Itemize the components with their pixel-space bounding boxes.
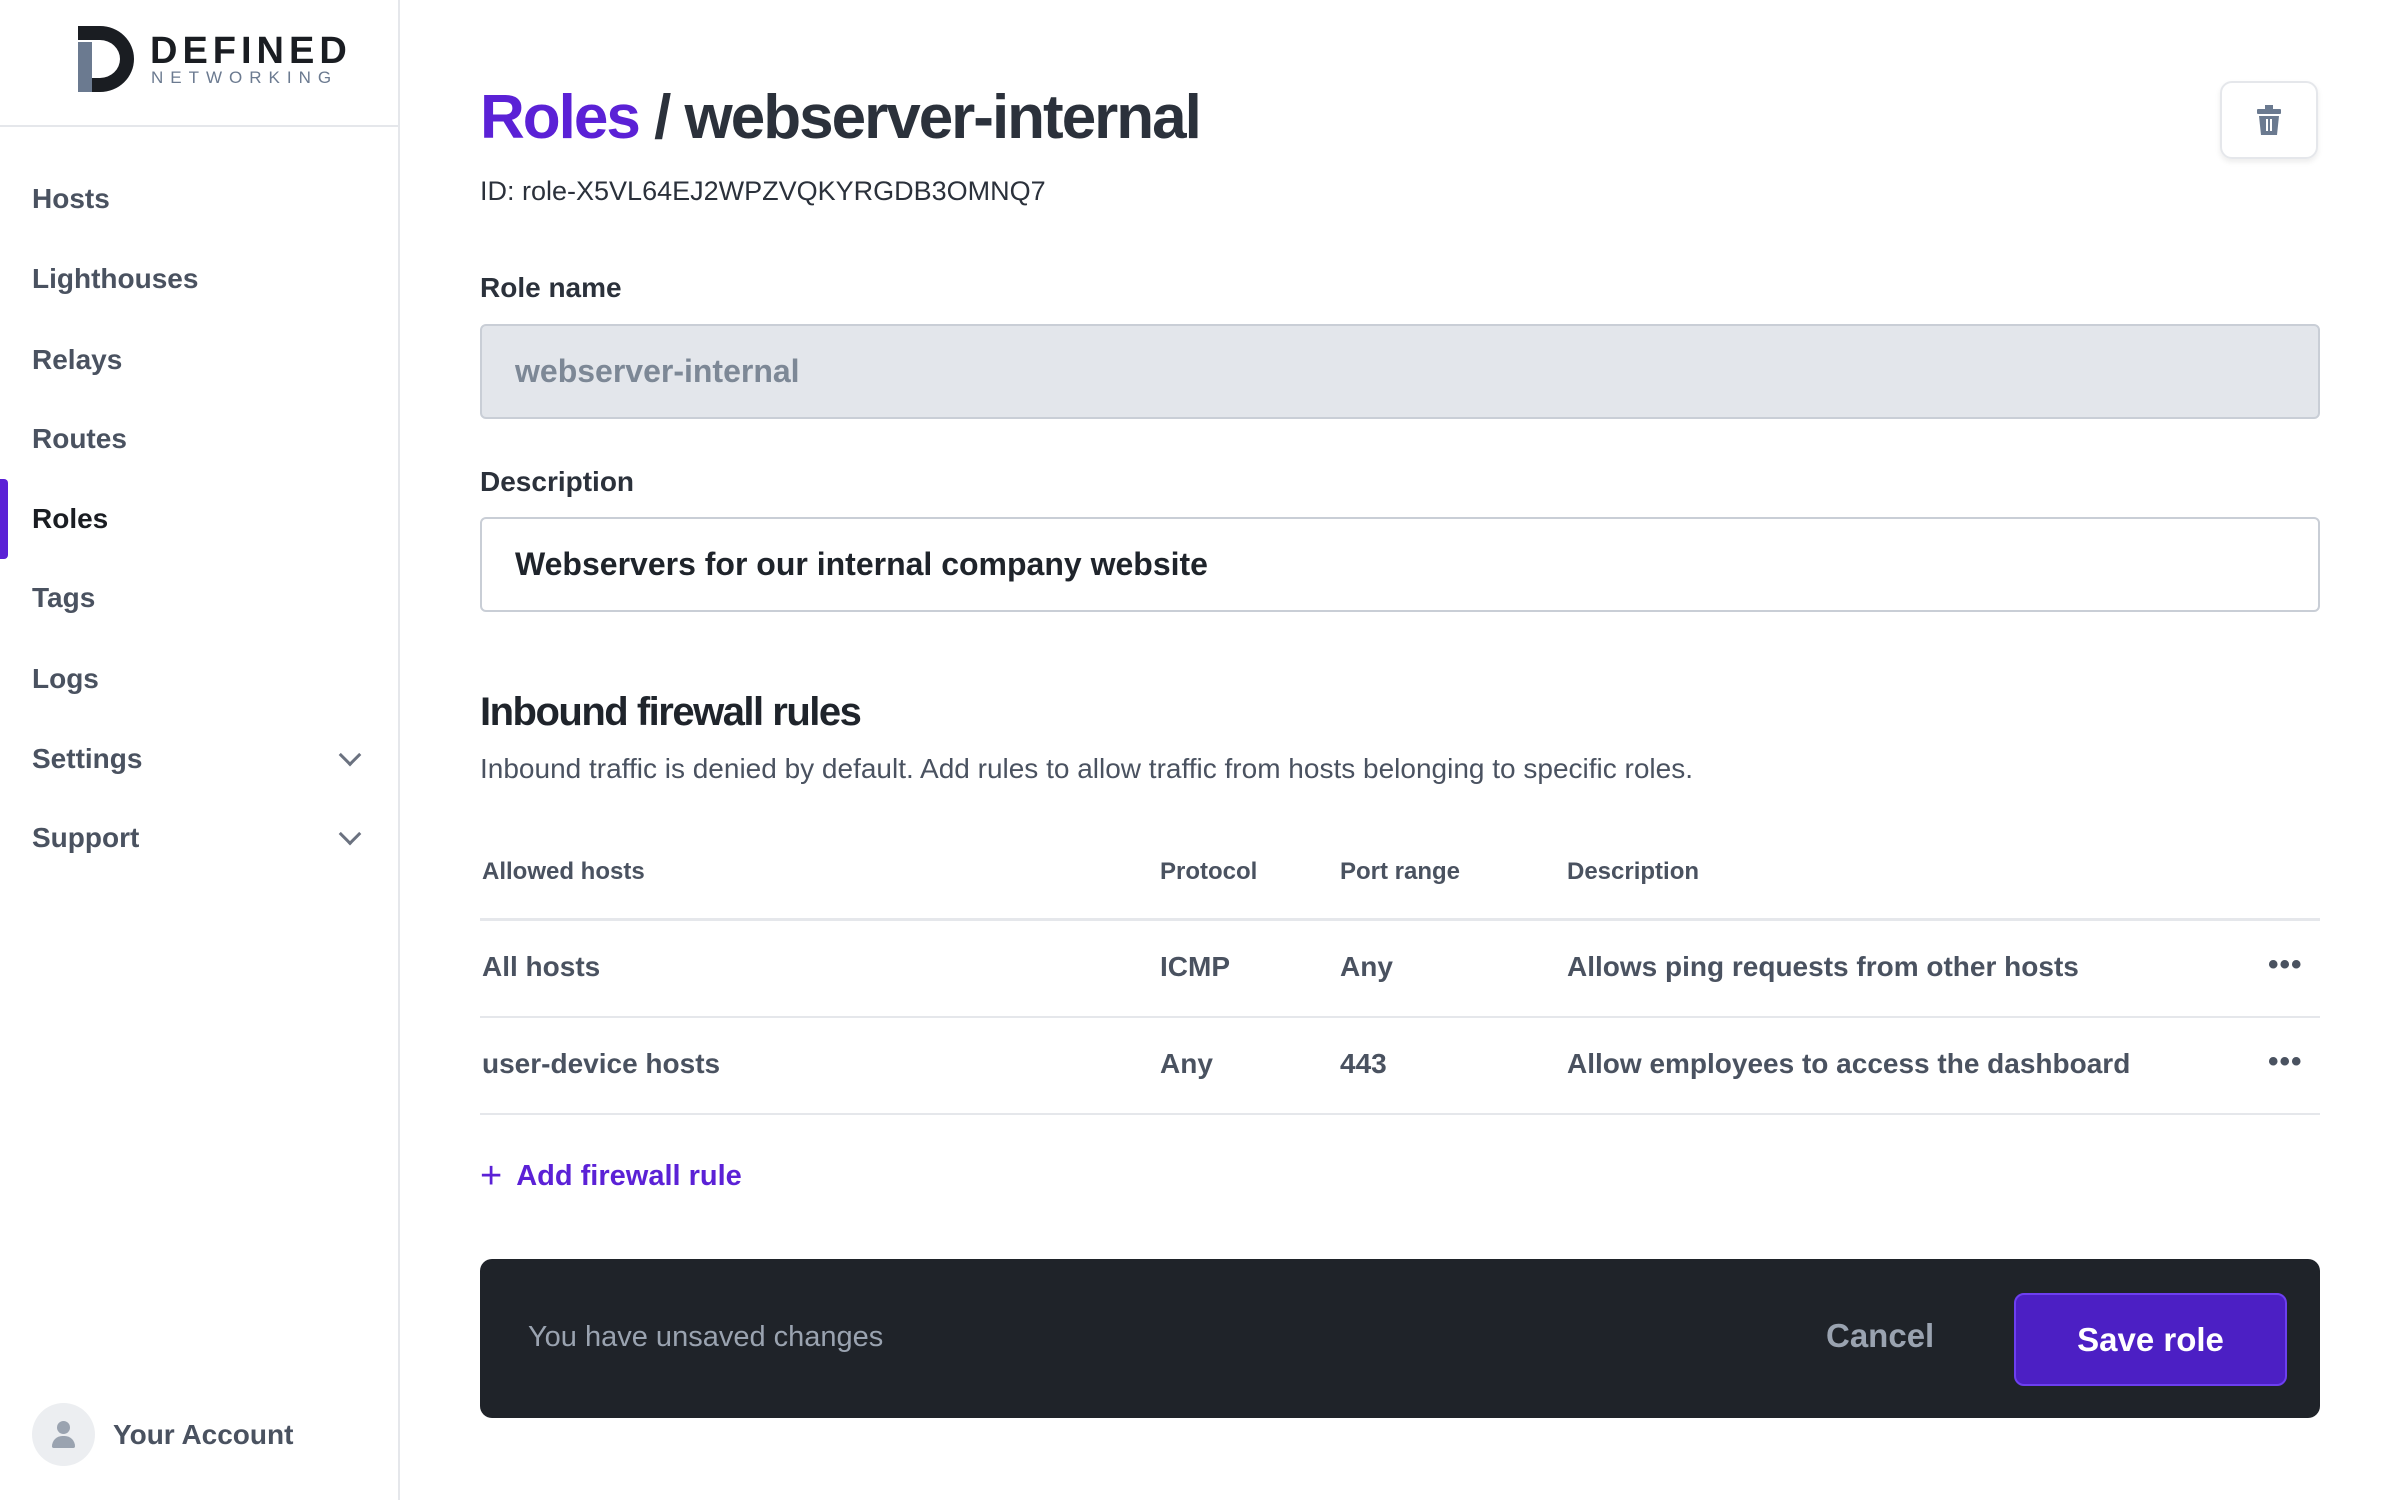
breadcrumb-separator: / <box>654 83 671 152</box>
cell-allowed-hosts: All hosts <box>482 951 601 982</box>
column-description: Description <box>1567 858 1700 885</box>
role-name-value: webserver-internal <box>515 353 800 389</box>
firewall-heading: Inbound firewall rules <box>480 690 862 734</box>
more-options-icon[interactable]: ••• <box>2268 1045 2303 1079</box>
description-label: Description <box>480 466 635 497</box>
sidebar-item-relays[interactable]: Relays <box>0 320 398 400</box>
sidebar-item-label: Logs <box>32 663 99 694</box>
divider <box>480 1113 2320 1115</box>
sidebar-item-label: Support <box>32 822 140 853</box>
sidebar-item-routes[interactable]: Routes <box>0 399 398 479</box>
sidebar-item-roles[interactable]: Roles <box>0 479 398 559</box>
chevron-down-icon <box>338 743 362 767</box>
trash-icon <box>2257 105 2281 135</box>
role-name-input: webserver-internal <box>480 324 2320 419</box>
cell-allowed-hosts: user-device hosts <box>482 1048 721 1079</box>
account-menu[interactable]: Your Account <box>32 1403 293 1466</box>
defined-logo-icon <box>78 26 134 92</box>
brand-subname: NETWORKING <box>151 68 339 87</box>
sidebar-item-label: Relays <box>32 344 123 375</box>
sidebar-item-logs[interactable]: Logs <box>0 639 398 719</box>
plus-icon: + <box>480 1155 503 1197</box>
save-role-button[interactable]: Save role <box>2014 1293 2287 1386</box>
sidebar-item-label: Tags <box>32 582 96 613</box>
column-protocol: Protocol <box>1160 858 1258 885</box>
role-name-label: Role name <box>480 272 622 303</box>
sidebar-item-label: Lighthouses <box>32 263 199 294</box>
delete-role-button[interactable] <box>2220 81 2318 159</box>
cell-protocol: ICMP <box>1160 951 1230 982</box>
add-firewall-rule-label: Add firewall rule <box>516 1159 742 1192</box>
cell-port-range: 443 <box>1340 1048 1387 1079</box>
unsaved-message: You have unsaved changes <box>528 1321 884 1353</box>
sidebar-item-tags[interactable]: Tags <box>0 558 398 638</box>
page-title: Roles / webserver-internal <box>480 82 1202 153</box>
sidebar: DEFINED NETWORKING Hosts Lighthouses Rel… <box>0 0 400 1500</box>
sidebar-item-hosts[interactable]: Hosts <box>0 159 398 239</box>
add-firewall-rule-button[interactable]: + Add firewall rule <box>480 1157 742 1195</box>
sidebar-item-label: Routes <box>32 423 127 454</box>
sidebar-item-support[interactable]: Support <box>0 798 398 878</box>
sidebar-item-label: Settings <box>32 743 143 774</box>
cell-protocol: Any <box>1160 1048 1213 1079</box>
role-title: webserver-internal <box>684 83 1202 152</box>
description-input[interactable]: Webservers for our internal company webs… <box>480 517 2320 612</box>
cell-port-range: Any <box>1340 951 1393 982</box>
unsaved-changes-bar: You have unsaved changes Cancel Save rol… <box>480 1259 2320 1418</box>
user-avatar-icon <box>32 1403 95 1466</box>
logo[interactable]: DEFINED NETWORKING <box>0 0 398 127</box>
role-id: ID: role-X5VL64EJ2WPZVQKYRGDB3OMNQ7 <box>480 176 1046 206</box>
column-allowed-hosts: Allowed hosts <box>482 858 645 885</box>
sidebar-item-label: Hosts <box>32 183 110 214</box>
chevron-down-icon <box>338 822 362 846</box>
sidebar-item-settings[interactable]: Settings <box>0 719 398 799</box>
description-value: Webservers for our internal company webs… <box>515 546 1208 582</box>
account-label: Your Account <box>113 1418 294 1450</box>
firewall-subtext: Inbound traffic is denied by default. Ad… <box>480 753 1693 784</box>
cell-description: Allows ping requests from other hosts <box>1567 951 2079 982</box>
sidebar-item-label: Roles <box>32 503 109 534</box>
breadcrumb-roles[interactable]: Roles <box>480 83 641 152</box>
brand-name: DEFINED <box>150 30 352 72</box>
divider <box>480 1016 2320 1018</box>
more-options-icon[interactable]: ••• <box>2268 948 2303 982</box>
sidebar-item-lighthouses[interactable]: Lighthouses <box>0 239 398 319</box>
cancel-button[interactable]: Cancel <box>1826 1317 1934 1355</box>
divider <box>480 918 2320 921</box>
cell-description: Allow employees to access the dashboard <box>1567 1048 2131 1079</box>
column-port-range: Port range <box>1340 858 1461 885</box>
